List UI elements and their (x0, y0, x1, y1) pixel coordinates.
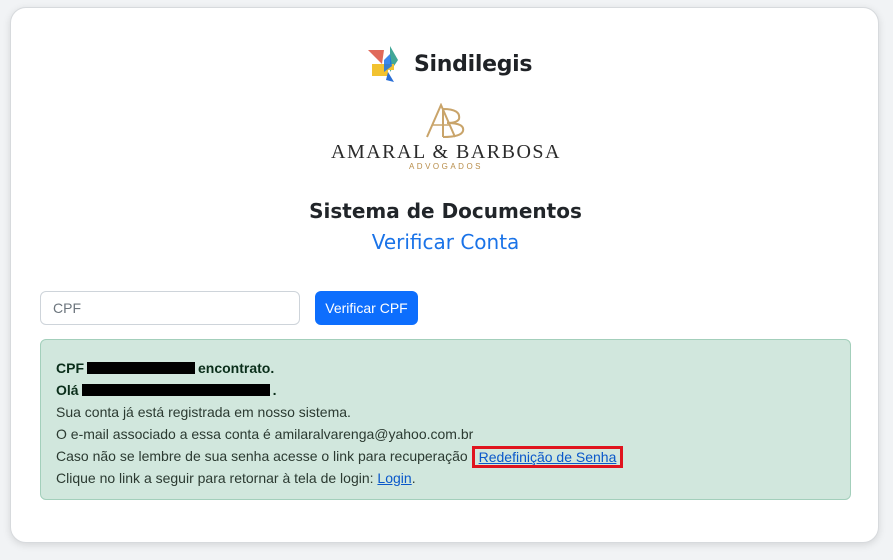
email-line: O e-mail associado a essa conta é amilar… (56, 426, 474, 442)
verify-cpf-button[interactable]: Verificar CPF (315, 291, 418, 325)
highlight-box: Redefinição de Senha (471, 446, 624, 469)
cpf-found-line: CPF encontrato. (56, 360, 275, 376)
brand-name: Sindilegis (414, 51, 533, 77)
system-title: Sistema de Documentos (309, 199, 582, 223)
redacted-cpf (87, 362, 195, 374)
login-return-line: Clique no link a seguir para retornar à … (56, 470, 416, 486)
greeting-line: Olá. (56, 382, 277, 398)
password-reset-link[interactable]: Redefinição de Senha (479, 449, 617, 465)
login-link[interactable]: Login (377, 470, 411, 486)
registered-line: Sua conta já está registrada em nosso si… (56, 404, 351, 420)
ab-monogram-icon (426, 103, 465, 138)
login-card: Sindilegis AMARAL & BARBOSA ADVOGADOS Si… (10, 7, 879, 543)
cpf-input[interactable] (40, 291, 300, 325)
recovery-line: Caso não se lembre de sua senha acesse o… (56, 445, 835, 469)
verify-account-title: Verificar Conta (371, 230, 520, 254)
redacted-name (81, 384, 270, 396)
success-alert: CPF encontrato. Olá. Sua conta já está re… (40, 339, 851, 500)
sindilegis-brand: Sindilegis (366, 42, 532, 86)
sindilegis-logo-icon (368, 46, 398, 82)
firm-logo: AMARAL & BARBOSA ADVOGADOS (311, 103, 581, 171)
firm-name: AMARAL & BARBOSA (331, 141, 561, 163)
